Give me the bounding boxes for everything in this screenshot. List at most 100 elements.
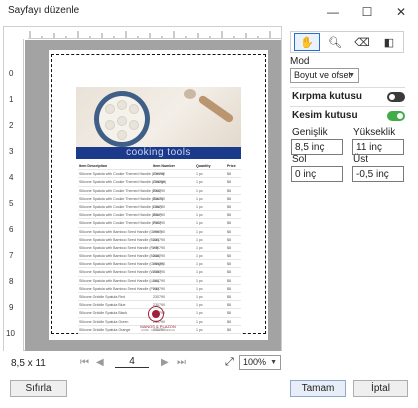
first-page-icon[interactable]: ⏮: [80, 357, 89, 368]
table-cell: Silicone Spatula with Cookie Themed Hand…: [79, 204, 162, 209]
table-cell: $8: [227, 311, 231, 316]
fit-page-icon[interactable]: ⤢: [225, 356, 234, 369]
ruler-mark: 0: [9, 69, 14, 78]
table-row: Silicone Spatula with Bamboo Seed Handle…: [78, 268, 241, 277]
divider: [290, 106, 405, 107]
ruler-mark: 4: [9, 173, 14, 182]
table-header-row: Item Description Item Number Quantity Pr…: [78, 162, 241, 171]
trim-box-toggle[interactable]: [387, 111, 405, 121]
previous-page-icon[interactable]: ◀: [96, 357, 104, 368]
table-cell: Silicone Spatula with Bamboo Seed Handle…: [79, 270, 161, 275]
hand-tool-icon[interactable]: ✋: [294, 33, 320, 51]
table-cell: 1 pc: [196, 254, 203, 259]
table-cell: $8: [227, 303, 231, 308]
maximize-button[interactable]: ☐: [350, 0, 384, 24]
minimize-button[interactable]: —: [316, 0, 350, 24]
zoom-tool-icon[interactable]: 🔍︎: [322, 33, 348, 51]
width-field[interactable]: 8,5 inç: [291, 139, 343, 155]
table-cell: 230790: [153, 254, 165, 259]
mode-label: Mod: [290, 56, 310, 67]
table-cell: $8: [227, 270, 231, 275]
ruler-mark: 10: [6, 329, 15, 338]
table-cell: 1 pc: [196, 311, 203, 316]
table-row: Silicone Spatula with Bamboo Seed Handle…: [78, 236, 241, 244]
brand-tagline: HOME · KITCHEN · DESIGN: [141, 329, 175, 332]
zoom-value: 100%: [243, 357, 267, 367]
table-cell: $8: [227, 229, 231, 234]
cancel-button[interactable]: İptal: [353, 380, 408, 397]
close-button[interactable]: ✕: [384, 0, 418, 24]
table-cell: Silicone Spatula with Cookie Themed Hand…: [79, 221, 162, 226]
table-cell: $8: [227, 262, 231, 267]
page-number-input[interactable]: 4: [115, 356, 149, 368]
table-cell: $8: [227, 278, 231, 283]
table-cell: 1 pc: [196, 204, 203, 209]
table-cell: 230790: [153, 221, 165, 226]
table-cell: Silicone Spatula with Bamboo Seed Handle…: [79, 237, 159, 242]
table-cell: 230790: [153, 188, 165, 193]
ruler-mark: 6: [9, 225, 14, 234]
vertical-ruler: 0 1 2 3 4 5 6 7 8 9 10: [4, 39, 24, 351]
table-cell: 1 pc: [196, 229, 203, 234]
table-cell: $8: [227, 188, 231, 193]
left-label: Sol: [292, 154, 307, 165]
banner-title: cooking tools: [76, 147, 241, 159]
column-header: Price: [227, 164, 236, 168]
table-row: Silicone Spatula with Cookie Themed Hand…: [78, 170, 241, 179]
left-field[interactable]: 0 inç: [291, 166, 343, 182]
table-cell: $8: [227, 319, 231, 324]
table-row: Silicone Spatula with Bamboo Seed Handle…: [78, 260, 241, 269]
table-cell: 1 pc: [196, 180, 203, 185]
column-header: Quantity: [196, 164, 211, 168]
table-row: Silicone Spatula with Bamboo Seed Handle…: [78, 277, 241, 285]
table-cell: 1 pc: [196, 196, 203, 201]
ruler-mark: 7: [9, 251, 14, 260]
table-row: Silicone Griddle Spatula Red 230790 1 pc $8: [78, 293, 241, 302]
zoom-select[interactable]: 100% ▼: [239, 355, 281, 370]
table-cell: 1 pc: [196, 327, 203, 332]
reset-button[interactable]: Sıfırla: [10, 380, 67, 397]
table-cell: Silicone Spatula with Bamboo Seed Handle…: [79, 229, 162, 234]
table-cell: 230790: [153, 213, 165, 218]
crop-box-label: Kırpma kutusu: [292, 91, 363, 102]
table-cell: 230790: [153, 196, 165, 201]
table-cell: Silicone Griddle Spatula Blue: [79, 303, 126, 308]
ok-button[interactable]: Tamam: [290, 380, 346, 397]
table-cell: 1 pc: [196, 319, 203, 324]
eraser-tool-icon[interactable]: ⌫: [349, 33, 375, 51]
paint-bucket-icon[interactable]: ◧: [376, 33, 402, 51]
height-field[interactable]: 11 inç: [352, 139, 404, 155]
table-cell: 230790: [153, 204, 165, 209]
table-cell: 230790: [153, 245, 165, 250]
table-row: Silicone Spatula with Bamboo Seed Handle…: [78, 244, 241, 253]
trim-box-label: Kesim kutusu: [292, 110, 358, 121]
table-cell: 1 pc: [196, 303, 203, 308]
column-header: Item Description: [79, 164, 108, 168]
table-cell: Silicone Griddle Spatula Orange: [79, 327, 131, 332]
table-cell: $8: [227, 180, 231, 185]
next-page-icon[interactable]: ▶: [161, 357, 169, 368]
table-cell: 230790: [153, 229, 165, 234]
table-cell: 230790: [153, 262, 165, 267]
table-cell: $8: [227, 204, 231, 209]
ruler-mark: 3: [9, 147, 14, 156]
table-cell: Silicone Griddle Spatula Red: [79, 295, 125, 299]
table-row: Silicone Spatula with Cookie Themed Hand…: [78, 178, 241, 187]
table-cell: $8: [227, 213, 231, 218]
crop-box-toggle[interactable]: [387, 92, 405, 102]
table-cell: $8: [227, 237, 231, 242]
table-cell: Silicone Spatula with Cookie Themed Hand…: [79, 196, 164, 201]
table-cell: 230790: [153, 295, 165, 299]
table-cell: Silicone Griddle Spatula Green: [79, 319, 129, 324]
mode-select[interactable]: Boyut ve ofset ▼: [290, 68, 359, 83]
table-cell: Silicone Spatula with Cookie Themed Hand…: [79, 213, 162, 218]
last-page-icon[interactable]: ⏭: [177, 357, 186, 368]
table-cell: $8: [227, 221, 231, 226]
top-field[interactable]: -0,5 inç: [352, 166, 404, 182]
chevron-down-icon: ▼: [270, 359, 277, 366]
table-cell: 230790: [153, 270, 165, 275]
table-cell: Silicone Griddle Spatula Black: [79, 311, 128, 316]
top-label: Üst: [353, 154, 368, 165]
divider: [290, 87, 405, 88]
table-cell: 1 pc: [196, 286, 203, 291]
